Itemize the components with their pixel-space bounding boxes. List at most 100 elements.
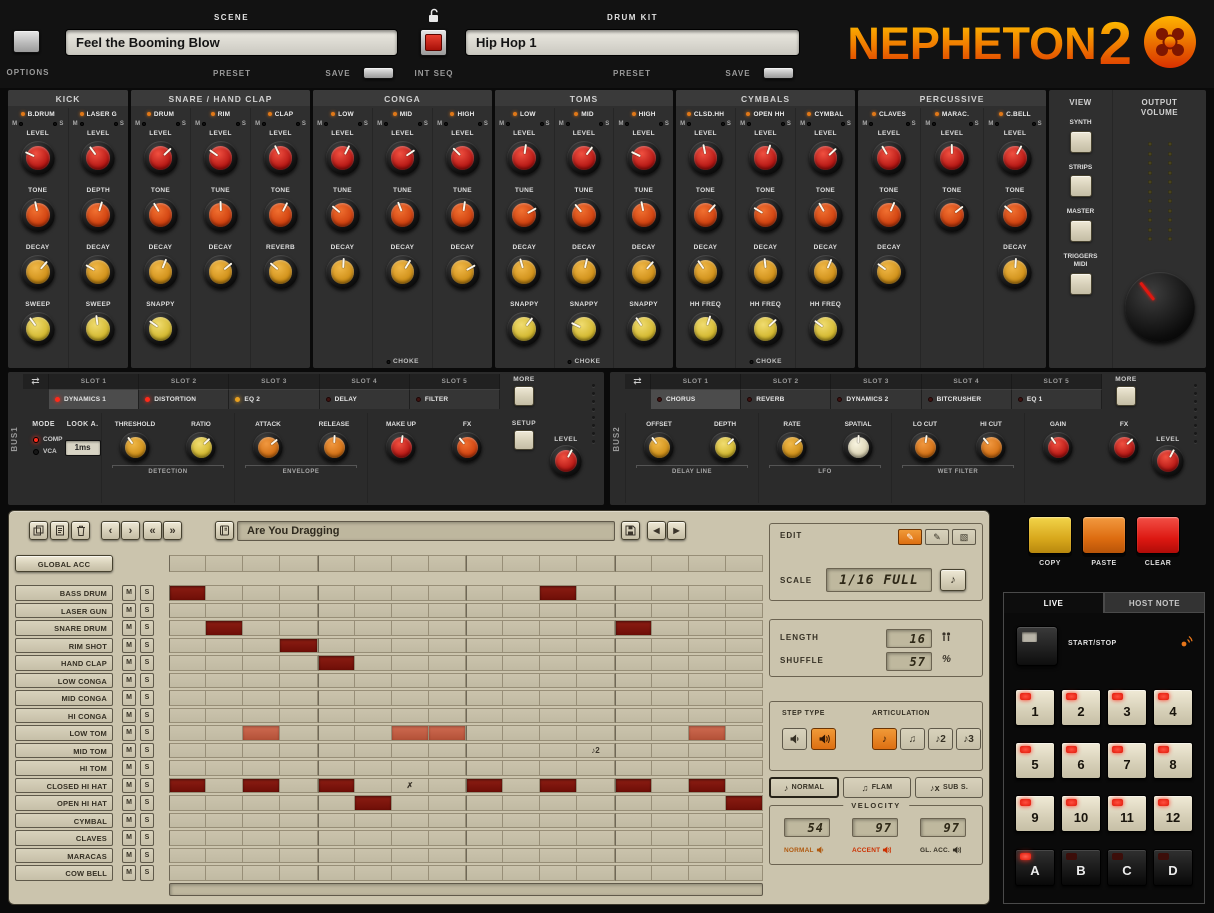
step-cell[interactable]: [355, 620, 392, 636]
step-cell[interactable]: [429, 813, 466, 829]
step-cell[interactable]: [615, 725, 652, 741]
page-forward-button[interactable]: »: [163, 521, 182, 540]
solo-indicator[interactable]: S: [418, 121, 428, 127]
step-cell[interactable]: [392, 690, 429, 706]
step-cell[interactable]: [652, 830, 689, 846]
step-cell[interactable]: [429, 620, 466, 636]
step-cell[interactable]: [503, 760, 540, 776]
step-cell[interactable]: [689, 813, 726, 829]
spatial-knob[interactable]: [843, 432, 873, 462]
pattern-prev-button[interactable]: ◀: [647, 521, 666, 540]
pencil-tool[interactable]: ✎: [898, 529, 922, 545]
fx-slot-distortion[interactable]: DISTORTION: [139, 389, 229, 409]
step-cell[interactable]: [615, 795, 652, 811]
step-cell[interactable]: [540, 865, 577, 881]
step-cell[interactable]: [169, 830, 206, 846]
pad-6[interactable]: 6: [1061, 742, 1101, 779]
step-cell[interactable]: [206, 673, 243, 689]
step-cell[interactable]: [206, 848, 243, 864]
step-cell[interactable]: [726, 795, 763, 811]
hh-freq-knob[interactable]: [689, 312, 723, 346]
snappy-knob[interactable]: [144, 312, 178, 346]
solo-indicator[interactable]: S: [53, 121, 63, 127]
step-cell[interactable]: [466, 708, 503, 724]
tone-knob[interactable]: [749, 198, 783, 232]
note-icon[interactable]: ♪: [940, 569, 966, 591]
mute-indicator[interactable]: M: [800, 121, 811, 127]
step-cell[interactable]: [652, 743, 689, 759]
delete-pattern-button[interactable]: [71, 521, 90, 540]
pad-9[interactable]: 9: [1015, 795, 1055, 832]
level-knob[interactable]: [264, 141, 298, 175]
step-cell[interactable]: [615, 830, 652, 846]
step-cell[interactable]: [503, 603, 540, 619]
mute-indicator[interactable]: M: [680, 121, 691, 127]
decay-knob[interactable]: [872, 255, 906, 289]
level-knob[interactable]: [326, 141, 360, 175]
articulation-2-button[interactable]: ♫: [900, 728, 925, 750]
step-cell[interactable]: [466, 638, 503, 654]
level-knob[interactable]: [809, 141, 843, 175]
solo-indicator[interactable]: S: [969, 121, 979, 127]
mute-indicator[interactable]: M: [925, 121, 936, 127]
step-cell[interactable]: [652, 620, 689, 636]
solo-button[interactable]: S: [140, 673, 154, 689]
step-cell[interactable]: [355, 830, 392, 846]
velocity-accent-display[interactable]: 97: [852, 818, 898, 837]
snappy-knob[interactable]: [567, 312, 601, 346]
pattern-bank-button[interactable]: [215, 521, 234, 540]
step-cell[interactable]: [466, 620, 503, 636]
solo-indicator[interactable]: S: [659, 121, 669, 127]
tone-knob[interactable]: [144, 198, 178, 232]
normal-button[interactable]: ♪NORMAL: [769, 777, 839, 798]
level-knob[interactable]: [386, 141, 420, 175]
mute-indicator[interactable]: M: [317, 121, 328, 127]
bank-d-button[interactable]: D: [1153, 849, 1193, 886]
step-cell[interactable]: [243, 778, 280, 794]
step-cell[interactable]: [243, 708, 280, 724]
step-cell[interactable]: [577, 673, 614, 689]
mute-indicator[interactable]: M: [195, 121, 206, 127]
step-cell[interactable]: [206, 708, 243, 724]
solo-indicator[interactable]: S: [176, 121, 186, 127]
step-cell[interactable]: [689, 778, 726, 794]
step-cell[interactable]: [577, 708, 614, 724]
mute-indicator[interactable]: M: [559, 121, 570, 127]
mute-button[interactable]: M: [122, 638, 136, 654]
mute-indicator[interactable]: M: [377, 121, 388, 127]
step-cell[interactable]: [466, 655, 503, 671]
step-cell[interactable]: [689, 708, 726, 724]
step-cell[interactable]: [429, 725, 466, 741]
make-up-knob[interactable]: [386, 432, 416, 462]
step-cell[interactable]: [318, 865, 355, 881]
instrument-label[interactable]: CLAVES: [15, 830, 113, 846]
step-cell[interactable]: [429, 795, 466, 811]
clear-button[interactable]: [1136, 516, 1180, 554]
bus-level-knob[interactable]: [1152, 445, 1184, 477]
step-cell[interactable]: [280, 690, 317, 706]
step-cell[interactable]: [206, 760, 243, 776]
step-cell[interactable]: [243, 555, 280, 572]
step-cell[interactable]: [355, 603, 392, 619]
mute-indicator[interactable]: M: [499, 121, 510, 127]
step-cell[interactable]: [689, 585, 726, 601]
decay-knob[interactable]: [446, 255, 480, 289]
copy-button[interactable]: [1028, 516, 1072, 554]
step-cell[interactable]: [318, 638, 355, 654]
step-cell[interactable]: [577, 725, 614, 741]
step-cell[interactable]: [540, 813, 577, 829]
instrument-label[interactable]: LASER GUN: [15, 603, 113, 619]
step-cell[interactable]: [392, 655, 429, 671]
step-cell[interactable]: [689, 848, 726, 864]
solo-button[interactable]: S: [140, 743, 154, 759]
step-cell[interactable]: [726, 865, 763, 881]
tone-knob[interactable]: [872, 198, 906, 232]
mute-button[interactable]: M: [122, 778, 136, 794]
fx-slot-filter[interactable]: FILTER: [410, 389, 500, 409]
step-cell[interactable]: [503, 690, 540, 706]
decay-knob[interactable]: [386, 255, 420, 289]
step-cell[interactable]: [429, 743, 466, 759]
step-cell[interactable]: [429, 848, 466, 864]
step-cell[interactable]: [577, 813, 614, 829]
step-cell[interactable]: [169, 585, 206, 601]
